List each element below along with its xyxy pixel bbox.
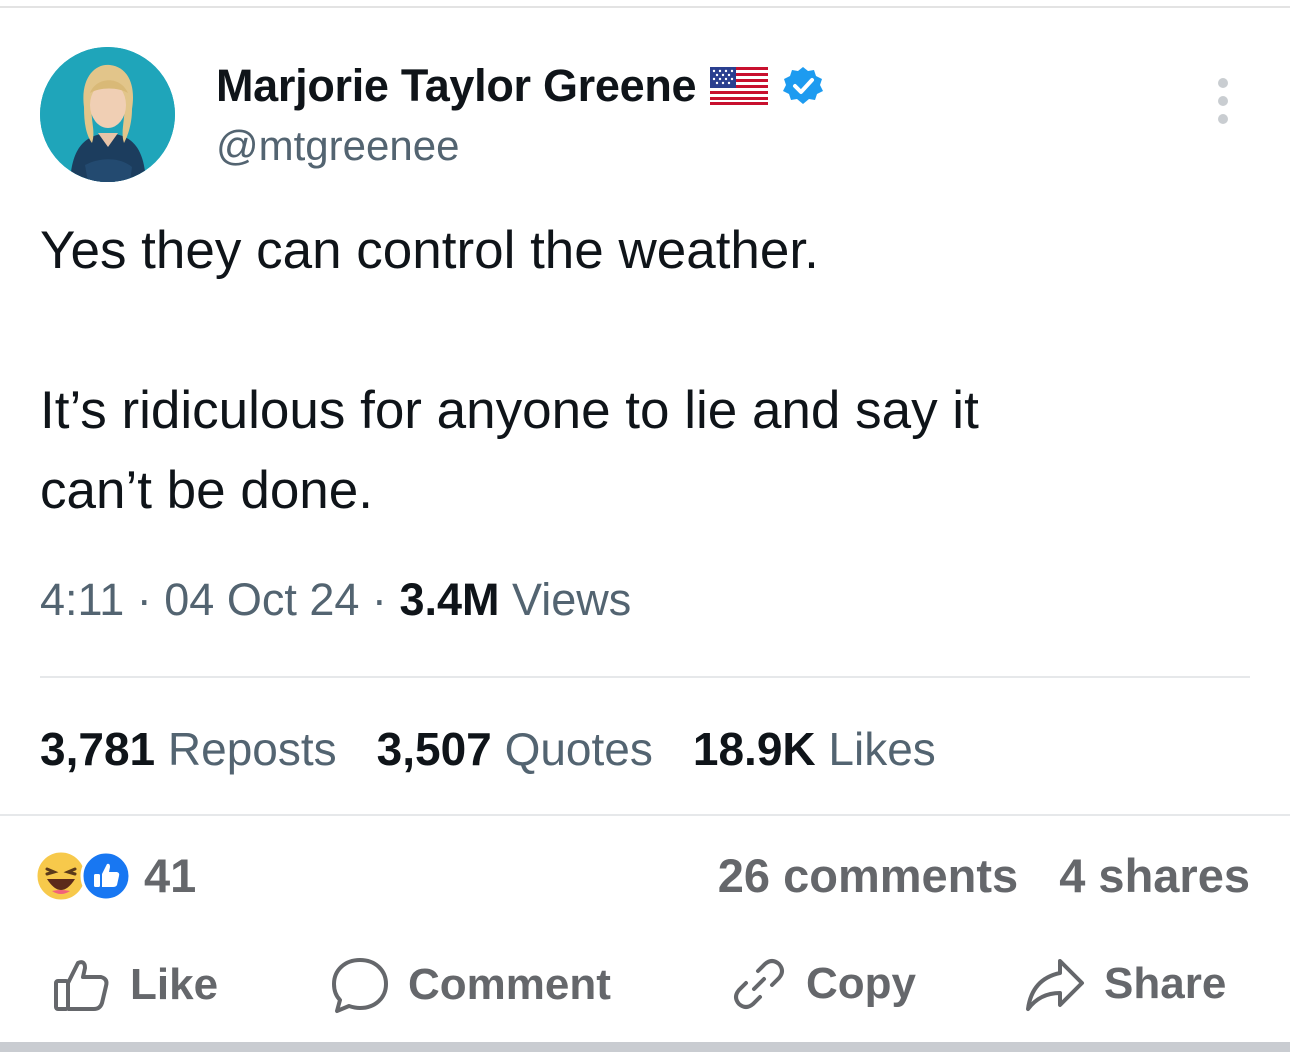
comments-count[interactable]: 26 comments (718, 849, 1018, 902)
meta-separator: · (136, 574, 152, 625)
views-count: 3.4M (399, 574, 500, 625)
tweet-text-line-2: It’s ridiculous for anyone to lie and sa… (40, 381, 979, 440)
author-handle[interactable]: @mtgreenee (216, 122, 459, 170)
thumbs-up-icon (54, 960, 109, 1011)
tweet-date[interactable]: 04 Oct 24 (164, 574, 359, 625)
meta-separator: · (371, 574, 387, 625)
like-reaction-icon (80, 850, 132, 901)
verified-badge-icon (783, 67, 824, 104)
comment-button-label: Comment (408, 960, 611, 1009)
link-icon (734, 959, 784, 1009)
post-divider (0, 814, 1290, 816)
bottom-divider (0, 1042, 1290, 1052)
reposts-label: Reposts (167, 723, 337, 775)
more-dot (1218, 78, 1228, 88)
share-button-label: Share (1104, 959, 1227, 1008)
likes-count: 18.9K (692, 723, 816, 775)
more-dot (1218, 96, 1228, 106)
views-label: Views (512, 574, 632, 625)
tweet-meta: 4:11 · 04 Oct 24 · 3.4M Views (40, 574, 631, 626)
tweet-stats: 3,781 Reposts 3,507 Quotes 18.9K Likes (40, 722, 976, 776)
likes-stat[interactable]: 18.9K Likes (693, 722, 936, 776)
reaction-count: 41 (144, 849, 197, 902)
tweet-text-line-1: Yes they can control the weather. (40, 221, 819, 280)
speech-bubble-icon (332, 958, 388, 1013)
engagement-counts: 26 comments 4 shares (718, 848, 1250, 903)
top-divider (0, 6, 1290, 8)
share-button[interactable]: Share (1024, 955, 1226, 1013)
author-name[interactable]: Marjorie Taylor Greene (216, 60, 697, 112)
shares-count[interactable]: 4 shares (1059, 849, 1250, 902)
tweet-text-line-3: can’t be done. (40, 461, 373, 520)
quotes-stat[interactable]: 3,507 Quotes (377, 722, 653, 776)
comment-button[interactable]: Comment (330, 955, 611, 1015)
likes-label: Likes (828, 723, 936, 775)
like-button[interactable]: Like (52, 955, 218, 1015)
more-dot (1218, 114, 1228, 124)
author-name-row: Marjorie Taylor Greene (216, 56, 824, 116)
quotes-count: 3,507 (376, 723, 492, 775)
us-flag-icon (710, 67, 769, 105)
tweet-time[interactable]: 4:11 (40, 574, 124, 625)
reaction-summary[interactable]: 41 (34, 848, 196, 903)
copy-button-label: Copy (806, 959, 916, 1008)
quotes-label: Quotes (504, 723, 653, 775)
copy-button[interactable]: Copy (730, 955, 916, 1013)
like-button-label: Like (130, 960, 219, 1009)
reposts-count: 3,781 (40, 723, 156, 775)
reposts-stat[interactable]: 3,781 Reposts (40, 722, 337, 776)
stats-divider (40, 676, 1250, 678)
author-avatar[interactable] (40, 47, 175, 182)
more-vertical-icon[interactable] (1208, 78, 1238, 124)
share-arrow-icon (1026, 959, 1084, 1011)
